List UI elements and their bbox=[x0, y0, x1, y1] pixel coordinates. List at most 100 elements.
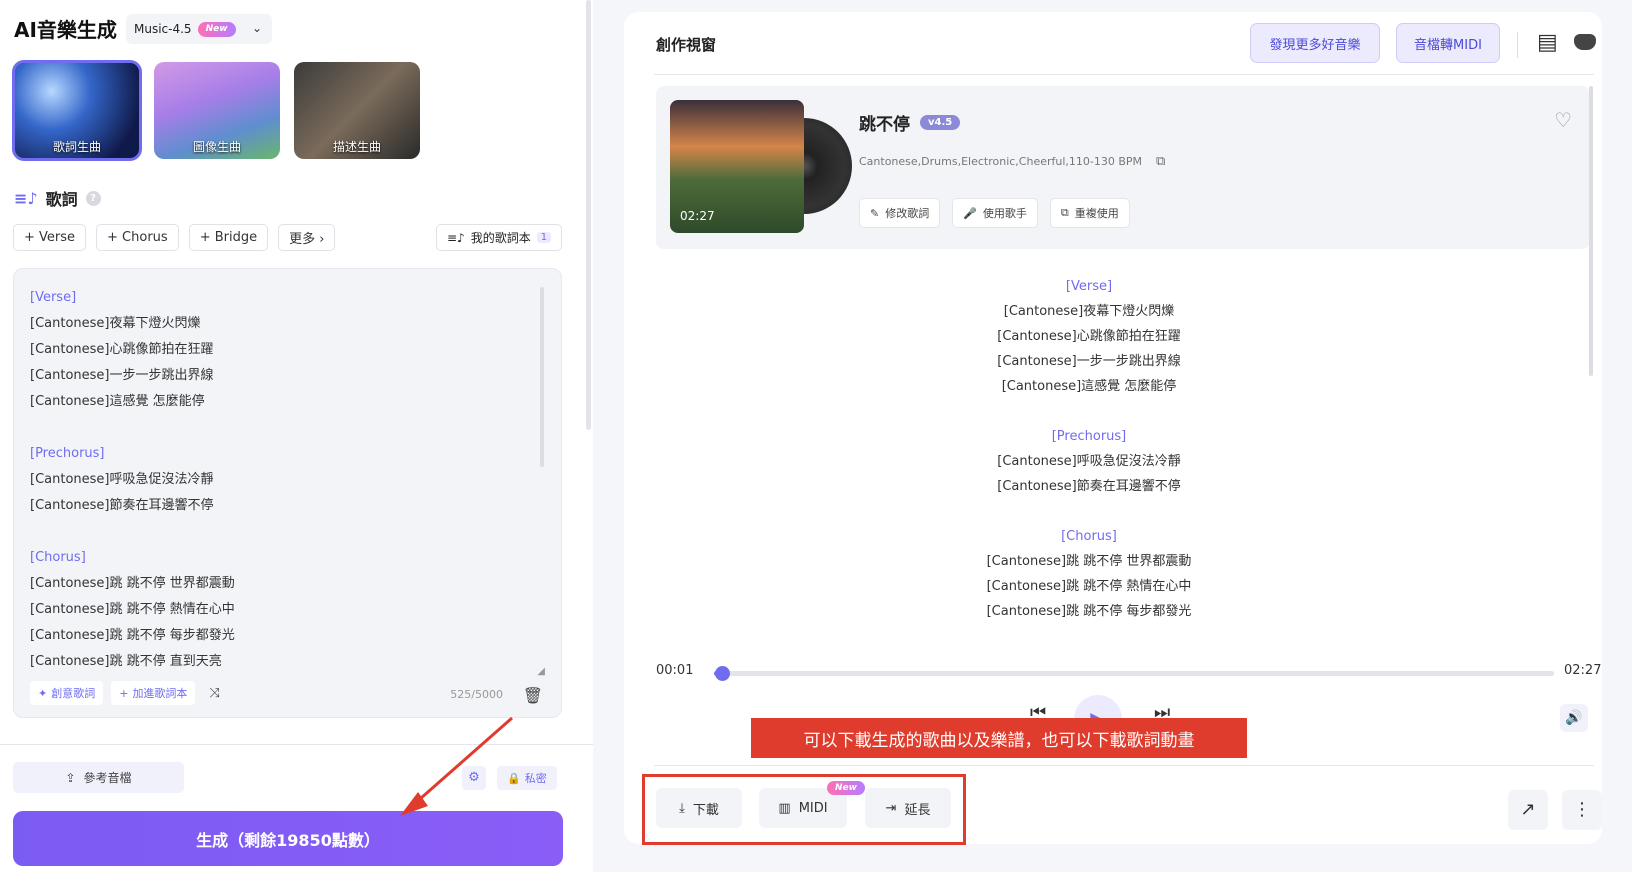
heart-icon[interactable]: ♡ bbox=[1554, 108, 1572, 132]
document-check-icon[interactable]: ▤ bbox=[1537, 30, 1558, 55]
creation-window-title: 創作視窗 bbox=[656, 36, 717, 54]
lyrics-section-tag: [Chorus] bbox=[1061, 529, 1117, 544]
panel-scrollbar[interactable] bbox=[586, 0, 591, 430]
lyrics-icon: ≡♪ bbox=[14, 188, 38, 208]
reference-audio-label: 參考音檔 bbox=[83, 771, 132, 785]
lyrics-section-tag: [Chorus] bbox=[30, 550, 86, 565]
lyrics-book-count: 1 bbox=[536, 232, 552, 243]
edit-lyrics-button[interactable]: ✎ 修改歌詞 bbox=[859, 198, 941, 228]
lyrics-line: [Cantonese]跳 跳不停 熱情在心中 bbox=[986, 579, 1192, 594]
lyrics-gap bbox=[624, 499, 1554, 524]
gear-icon[interactable]: ⚙ bbox=[462, 766, 486, 790]
audio-to-midi-button[interactable]: 音檔轉MIDI bbox=[1396, 23, 1500, 63]
lyrics-line: [Cantonese]夜幕下燈火閃爍 bbox=[1003, 304, 1175, 319]
add-to-book-label: 加進歌詞本 bbox=[132, 687, 188, 700]
lyrics-editor[interactable]: [Verse] [Cantonese]夜幕下燈火閃爍 [Cantonese]心跳像節… bbox=[13, 268, 562, 718]
lyrics-gap bbox=[30, 415, 235, 441]
lyrics-section-tag: [Verse] bbox=[1065, 279, 1113, 294]
volume-icon[interactable]: 🔊 bbox=[1560, 704, 1588, 732]
mode-label: 歌詞生曲 bbox=[52, 140, 101, 154]
song-duration: 02:27 bbox=[680, 209, 715, 223]
reference-audio-button[interactable]: ⇪ 參考音檔 bbox=[13, 762, 184, 793]
duplicate-icon: ⧉ bbox=[1060, 206, 1069, 219]
generate-button[interactable]: 生成（剩餘19850點數） bbox=[13, 811, 563, 866]
lyrics-text[interactable]: [Verse] [Cantonese]夜幕下燈火閃爍 [Cantonese]心跳像節… bbox=[30, 285, 235, 675]
lyrics-section-tag: [Prechorus] bbox=[30, 446, 105, 461]
share-icon[interactable]: ↗ bbox=[1508, 790, 1548, 830]
divider bbox=[1517, 32, 1518, 58]
download-icon: ⤓ bbox=[679, 800, 685, 816]
copy-icon[interactable]: ⧉ bbox=[1156, 154, 1165, 169]
lyrics-line: [Cantonese]這感覺 怎麼能停 bbox=[1001, 379, 1177, 394]
char-count: 525/5000 bbox=[450, 688, 503, 701]
reuse-button[interactable]: ⧉ 重複使用 bbox=[1049, 198, 1130, 228]
song-card: 02:27 跳不停 v4.5 ♡ Cantonese,Drums,Electro… bbox=[656, 86, 1590, 249]
song-lyrics-display: [Verse] [Cantonese]夜幕下燈火閃爍 [Cantonese]心跳像節… bbox=[624, 274, 1554, 624]
lyrics-line: [Cantonese]跳 跳不停 直到天亮 bbox=[30, 654, 222, 669]
mode-selector: 歌詞生曲 圖像生曲 描述生曲 bbox=[12, 60, 420, 161]
add-chorus-button[interactable]: + Chorus bbox=[96, 224, 179, 251]
annotation-callout: 可以下載生成的歌曲以及樂譜，也可以下載歌詞動畫 bbox=[751, 718, 1247, 758]
mode-label: 描述生曲 bbox=[332, 140, 381, 154]
lyrics-line: [Cantonese]心跳像節拍在狂躍 bbox=[997, 329, 1181, 344]
song-cover[interactable]: 02:27 bbox=[670, 100, 804, 233]
lyrics-title: 歌詞 bbox=[45, 190, 78, 209]
download-label: 下載 bbox=[692, 802, 719, 818]
lyrics-scrollbar[interactable] bbox=[1589, 86, 1593, 376]
divider bbox=[654, 765, 1594, 766]
download-button[interactable]: ⤓ 下載 bbox=[656, 788, 742, 828]
left-panel: AI音樂生成 Music-4.5 New ⌄ 歌詞生曲 圖像生曲 描述生曲 ≡♪… bbox=[0, 0, 593, 872]
lyrics-book-icon: ≡♪ bbox=[447, 230, 465, 245]
divider bbox=[654, 74, 1594, 75]
reuse-label: 重複使用 bbox=[1074, 207, 1119, 220]
extend-icon: ⇥ bbox=[885, 800, 897, 816]
lyrics-line: [Cantonese]跳 跳不停 熱情在心中 bbox=[30, 602, 235, 617]
midi-new-badge: New bbox=[827, 781, 865, 795]
lyrics-line: [Cantonese]這感覺 怎麼能停 bbox=[30, 394, 205, 409]
lyrics-section-tag: [Verse] bbox=[30, 290, 77, 305]
lyrics-gap bbox=[624, 399, 1554, 424]
creative-lyrics-button[interactable]: ✦ 創意歌詞 bbox=[30, 681, 104, 705]
mode-lyrics-to-song[interactable]: 歌詞生曲 bbox=[12, 60, 142, 161]
my-lyrics-book-button[interactable]: ≡♪ 我的歌詞本 1 bbox=[436, 224, 563, 251]
private-toggle[interactable]: 🔒 私密 bbox=[497, 766, 557, 790]
lyrics-line: [Cantonese]跳 跳不停 每步都發光 bbox=[986, 604, 1192, 619]
lyrics-line: [Cantonese]跳 跳不停 每步都發光 bbox=[30, 628, 235, 643]
progress-bar[interactable] bbox=[714, 666, 1554, 681]
model-name: Music-4.5 bbox=[134, 22, 192, 36]
resize-handle-icon[interactable]: ◢ bbox=[537, 666, 545, 677]
song-title: 跳不停 bbox=[859, 115, 910, 135]
add-to-book-button[interactable]: + 加進歌詞本 bbox=[111, 681, 196, 705]
divider bbox=[0, 744, 593, 745]
more-options-icon[interactable]: ⋮ bbox=[1562, 790, 1602, 830]
microphone-icon: 🎤 bbox=[963, 206, 977, 220]
chevron-down-icon: ⌄ bbox=[251, 21, 262, 35]
mode-image-to-song[interactable]: 圖像生曲 bbox=[154, 62, 280, 159]
lyrics-line: [Cantonese]呼吸急促沒法冷靜 bbox=[997, 454, 1181, 469]
song-tags: Cantonese,Drums,Electronic,Cheerful,110-… bbox=[859, 155, 1143, 168]
add-bridge-button[interactable]: + Bridge bbox=[188, 224, 269, 251]
mode-description-to-song[interactable]: 描述生曲 bbox=[294, 62, 420, 159]
model-select[interactable]: Music-4.5 New ⌄ bbox=[126, 14, 272, 44]
lyrics-gap bbox=[30, 519, 235, 545]
help-icon[interactable]: ? bbox=[85, 190, 101, 206]
progress-knob[interactable] bbox=[715, 666, 731, 681]
extend-label: 延長 bbox=[904, 802, 931, 818]
song-actions: ✎ 修改歌詞 🎤 使用歌手 ⧉ 重複使用 bbox=[859, 198, 1130, 228]
new-badge: New bbox=[197, 21, 236, 37]
song-tags-row: Cantonese,Drums,Electronic,Cheerful,110-… bbox=[859, 154, 1165, 169]
add-verse-button[interactable]: + Verse bbox=[13, 224, 87, 251]
piano-icon: ▥ bbox=[778, 800, 791, 816]
creative-lyrics-label: 創意歌詞 bbox=[51, 687, 96, 700]
upload-icon: ⇪ bbox=[65, 770, 76, 785]
shuffle-icon[interactable]: ⤨ bbox=[209, 686, 219, 701]
edit-lyrics-label: 修改歌詞 bbox=[885, 207, 930, 220]
creation-window: 創作視窗 發現更多好音樂 音檔轉MIDI ▤ 02:27 跳不停 v4.5 ♡ … bbox=[624, 12, 1602, 845]
lyrics-scrollbar[interactable] bbox=[540, 287, 544, 467]
use-singer-button[interactable]: 🎤 使用歌手 bbox=[952, 198, 1038, 228]
more-tags-button[interactable]: 更多 › bbox=[278, 224, 336, 251]
discover-music-button[interactable]: 發現更多好音樂 bbox=[1250, 23, 1380, 63]
discord-icon[interactable] bbox=[1574, 34, 1596, 50]
extend-button[interactable]: ⇥ 延長 bbox=[865, 788, 951, 828]
trash-icon[interactable]: 🗑 bbox=[523, 686, 543, 705]
